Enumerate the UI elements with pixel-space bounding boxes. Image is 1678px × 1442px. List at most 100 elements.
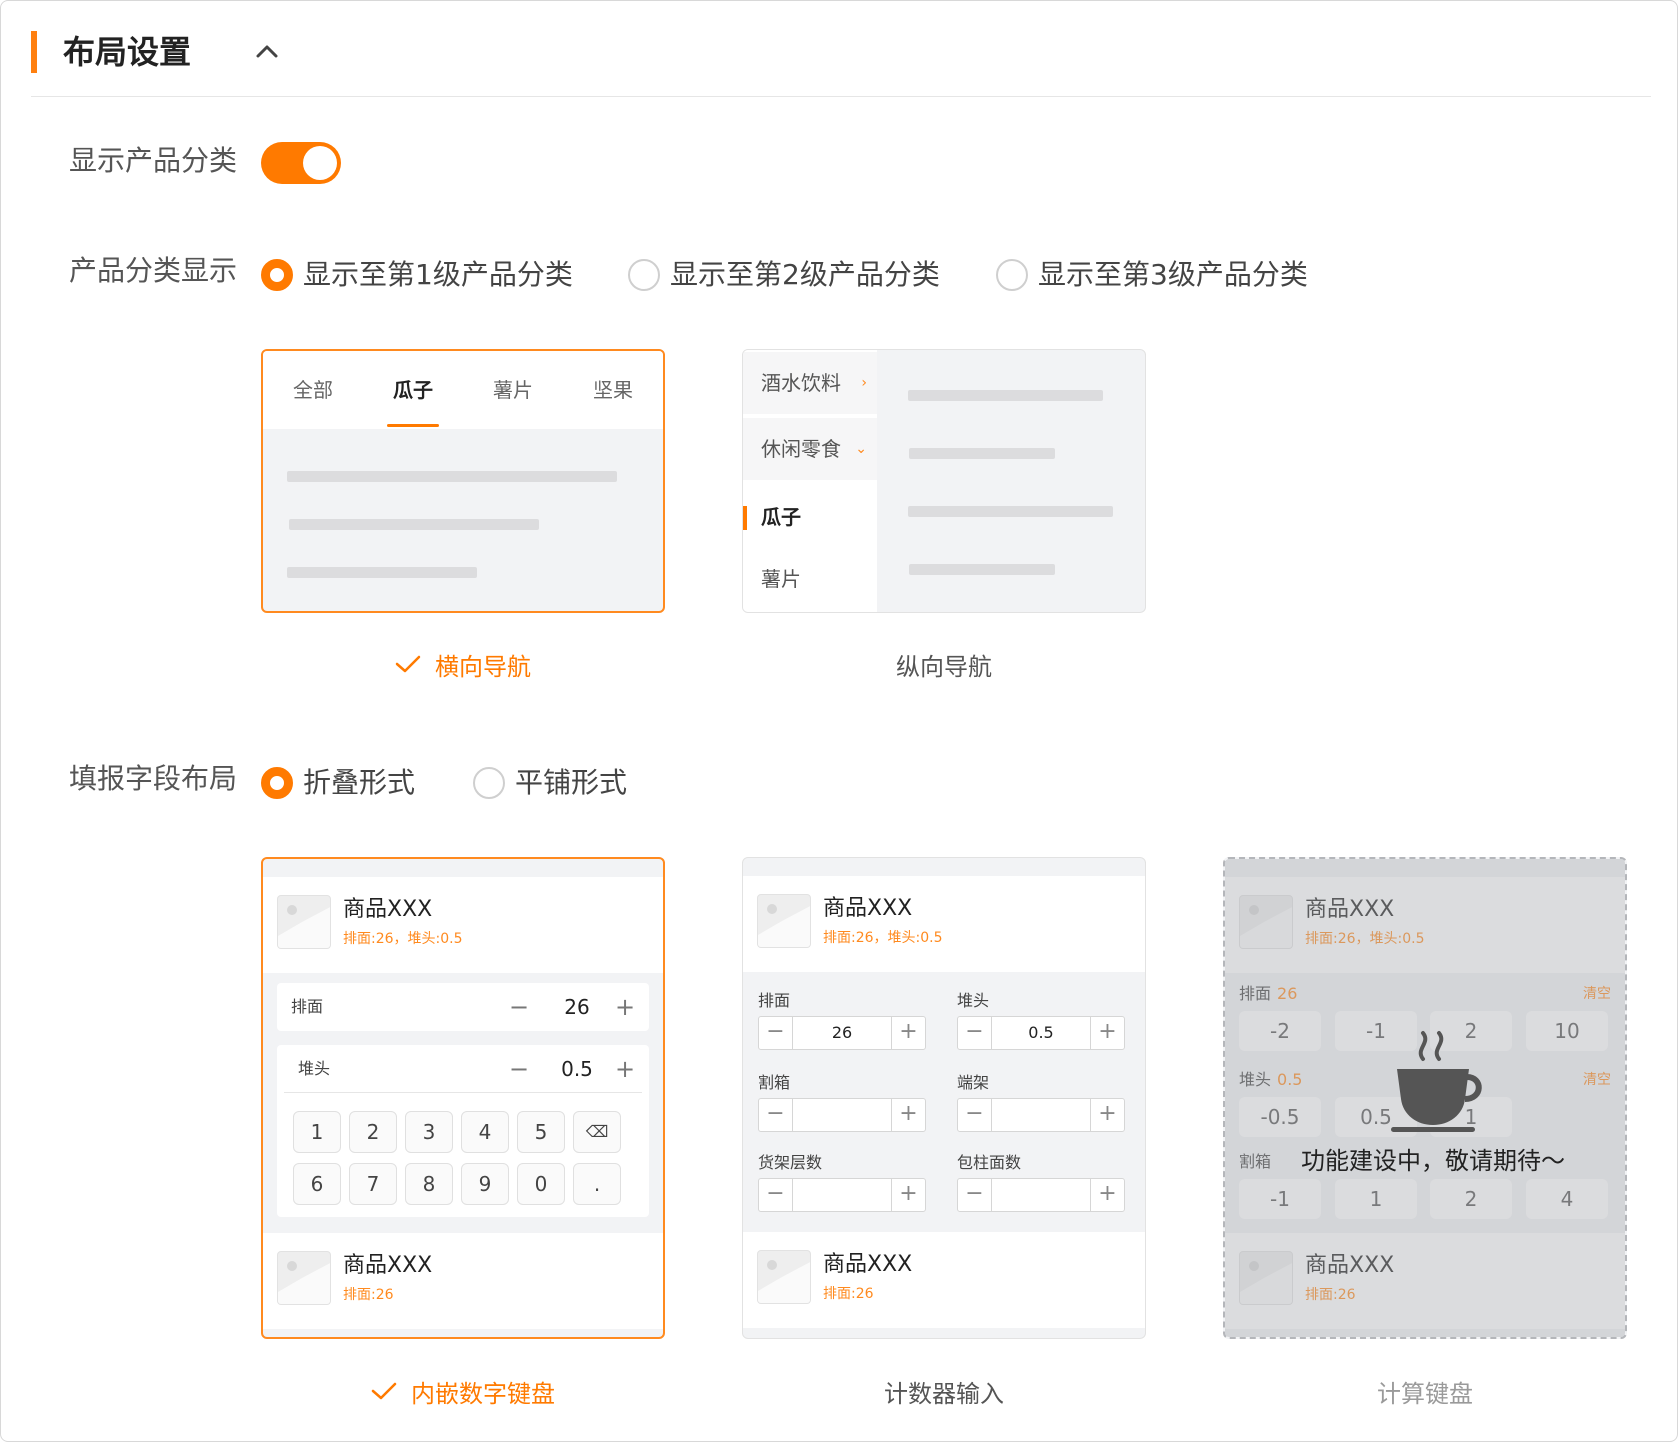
image-placeholder-icon (277, 895, 331, 949)
horizontal-nav-preview-card[interactable]: 全部 瓜子 薯片 坚果 (261, 349, 665, 613)
minus-icon: − (509, 1055, 530, 1083)
field-label: 堆头 (298, 1059, 331, 1078)
numpad-key: 7 (349, 1163, 397, 1205)
product-meta: 排面:26，堆头:0.5 (343, 931, 463, 947)
product-name: 商品XXX (823, 1252, 913, 1277)
radio-label: 显示至第3级产品分类 (1038, 258, 1308, 291)
backspace-icon: ⌫ (573, 1111, 621, 1153)
checkmark-icon (371, 1382, 397, 1400)
toggle-knob (303, 146, 337, 180)
counter-field-label: 堆头 (957, 991, 990, 1010)
show-category-toggle[interactable] (261, 142, 341, 184)
numpad-field-row: 堆头 − 0.5 + (284, 1045, 642, 1093)
plus-icon: + (615, 993, 636, 1021)
numpad-key: 8 (405, 1163, 453, 1205)
image-placeholder-icon (757, 1250, 811, 1304)
chevron-right-icon: › (861, 375, 867, 391)
radio-label: 折叠形式 (303, 766, 416, 799)
numpad-preview-card[interactable]: 商品XXX 排面:26，堆头:0.5 排面 − 26 + 堆头 − 0.5 + … (261, 857, 665, 1339)
category-display-label: 产品分类显示 (69, 254, 238, 287)
minus-icon: − (509, 993, 530, 1021)
skeleton-line (908, 390, 1103, 401)
numpad-key: 3 (405, 1111, 453, 1153)
numpad-key: 0 (517, 1163, 565, 1205)
radio-category-level-2[interactable]: 显示至第2级产品分类 (628, 255, 940, 295)
skeleton-line (909, 448, 1055, 459)
calculator-preview-card: 商品XXX 排面:26，堆头:0.5 排面 26 清空 -2 -1 2 10 堆头… (1223, 857, 1627, 1339)
horizontal-nav-caption[interactable]: 横向导航 (261, 649, 665, 685)
skeleton-line (287, 471, 617, 482)
caption-text: 横向导航 (435, 653, 531, 681)
preview-tab-bar: 全部 瓜子 薯片 坚果 (263, 351, 663, 429)
plus-icon: + (891, 1099, 925, 1131)
plus-icon: + (891, 1179, 925, 1211)
field-layout-label: 填报字段布局 (69, 762, 238, 795)
minus-icon: − (958, 1099, 992, 1131)
section-accent-bar (31, 31, 37, 73)
counter-preview-card[interactable]: 商品XXX 排面:26，堆头:0.5 排面 − 26 + 堆头 − 0.5 + … (742, 857, 1146, 1339)
skeleton-line (289, 519, 539, 530)
product-meta: 排面:26，堆头:0.5 (823, 930, 943, 946)
numpad-caption[interactable]: 内嵌数字键盘 (261, 1376, 665, 1412)
preview-side-item-label: 休闲零食 (761, 437, 841, 461)
plus-icon: + (1090, 1099, 1124, 1131)
minus-icon: − (759, 1017, 793, 1049)
radio-dot (261, 259, 293, 291)
radio-category-level-3[interactable]: 显示至第3级产品分类 (996, 255, 1308, 295)
preview-side-item-active: 瓜子 (743, 486, 877, 548)
radio-dot (628, 259, 660, 291)
chevron-up-icon[interactable] (251, 35, 283, 67)
counter-stepper: − + (758, 1098, 926, 1132)
plus-icon: + (1090, 1017, 1124, 1049)
stepper-value: 0.5 (1028, 1023, 1054, 1042)
product-meta: 排面:26 (343, 1287, 394, 1303)
preview-tab: 全部 (293, 378, 333, 402)
field-value: 0.5 (561, 1057, 593, 1081)
vertical-nav-preview-card[interactable]: 酒水饮料 › 休闲零食 ⌄ 瓜子 薯片 (742, 349, 1146, 613)
vertical-nav-caption[interactable]: 纵向导航 (742, 649, 1146, 685)
counter-stepper: − + (957, 1178, 1125, 1212)
counter-field-label: 割箱 (758, 1073, 791, 1092)
preview-sidebar: 酒水饮料 › 休闲零食 ⌄ 瓜子 薯片 (743, 350, 877, 612)
product-item: 商品XXX 排面:26，堆头:0.5 (263, 877, 663, 973)
numpad-key: 2 (349, 1111, 397, 1153)
counter-field-label: 货架层数 (758, 1153, 823, 1172)
counter-caption[interactable]: 计数器输入 (742, 1376, 1146, 1412)
counter-stepper: − 26 + (758, 1016, 926, 1050)
product-item: 商品XXX 排面:26 (743, 1232, 1145, 1328)
numpad-panel: 堆头 − 0.5 + 1 2 3 4 5 ⌫ 6 7 8 9 0 . (277, 1045, 649, 1217)
preview-side-item: 酒水饮料 › (743, 352, 877, 414)
chevron-down-icon: ⌄ (855, 441, 867, 457)
calculator-caption: 计算键盘 (1377, 1380, 1473, 1408)
counter-stepper: − 0.5 + (957, 1016, 1125, 1050)
product-name: 商品XXX (823, 896, 913, 921)
radio-layout-folded[interactable]: 折叠形式 (261, 763, 415, 803)
minus-icon: − (759, 1179, 793, 1211)
counter-stepper: − + (758, 1178, 926, 1212)
section-header[interactable]: 布局设置 (31, 29, 1651, 97)
numpad-key: 9 (461, 1163, 509, 1205)
coffee-cup-icon (1391, 1031, 1482, 1132)
product-meta: 排面:26 (823, 1286, 874, 1302)
caption-text: 内嵌数字键盘 (411, 1380, 555, 1408)
preview-tab: 坚果 (593, 378, 633, 402)
skeleton-line (908, 506, 1113, 517)
show-category-label: 显示产品分类 (69, 144, 238, 177)
radio-label: 平铺形式 (515, 766, 628, 799)
field-label: 排面 (291, 997, 324, 1016)
product-item: 商品XXX 排面:26，堆头:0.5 (743, 876, 1145, 972)
skeleton-line (909, 564, 1055, 575)
radio-layout-tiled[interactable]: 平铺形式 (473, 763, 627, 803)
radio-label: 显示至第1级产品分类 (303, 258, 573, 291)
minus-icon: − (958, 1179, 992, 1211)
checkmark-icon (395, 655, 421, 673)
product-item: 商品XXX 排面:26 (263, 1233, 663, 1329)
radio-category-level-1[interactable]: 显示至第1级产品分类 (261, 255, 573, 295)
plus-icon: + (1090, 1179, 1124, 1211)
preview-side-item: 休闲零食 ⌄ (743, 418, 877, 480)
minus-icon: − (759, 1099, 793, 1131)
counter-field-label: 端架 (957, 1073, 990, 1092)
counter-field-label: 排面 (758, 991, 791, 1010)
product-name: 商品XXX (343, 1253, 433, 1278)
coming-soon-overlay: 功能建设中，敬请期待～ (1225, 859, 1625, 1337)
